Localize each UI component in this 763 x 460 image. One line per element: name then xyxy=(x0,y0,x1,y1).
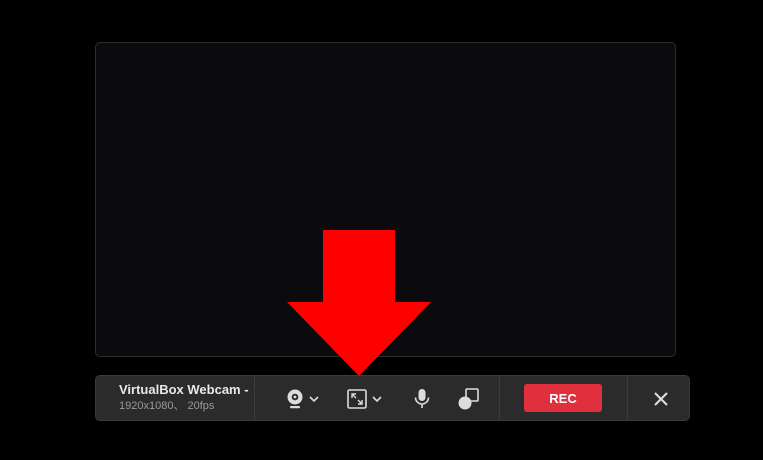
chevron-down-icon xyxy=(309,396,319,403)
record-button[interactable]: REC xyxy=(524,384,602,412)
toolbar-divider xyxy=(254,376,255,420)
recorder-toolbar: VirtualBox Webcam - 1920x1080、 20fps REC xyxy=(95,375,690,421)
webcam-dropdown-button[interactable] xyxy=(285,386,321,412)
toolbar-divider xyxy=(499,376,500,420)
camera-device-name: VirtualBox Webcam - xyxy=(119,382,249,397)
annotation-arrow-down-icon xyxy=(287,230,431,376)
camera-resolution: 1920x1080、 20fps xyxy=(119,400,215,412)
overlay-shapes-icon xyxy=(458,388,479,410)
close-icon xyxy=(654,392,668,406)
microphone-button[interactable] xyxy=(412,386,432,412)
screen-area-dropdown-button[interactable] xyxy=(346,386,384,412)
microphone-icon xyxy=(414,389,430,408)
chevron-down-icon xyxy=(372,396,382,403)
toolbar-divider xyxy=(627,376,628,420)
webcam-icon xyxy=(287,389,303,409)
close-button[interactable] xyxy=(650,388,672,410)
fullscreen-icon xyxy=(347,389,367,409)
camera-device-info[interactable]: VirtualBox Webcam - 1920x1080、 20fps xyxy=(119,382,259,416)
overlay-button[interactable] xyxy=(457,386,481,412)
